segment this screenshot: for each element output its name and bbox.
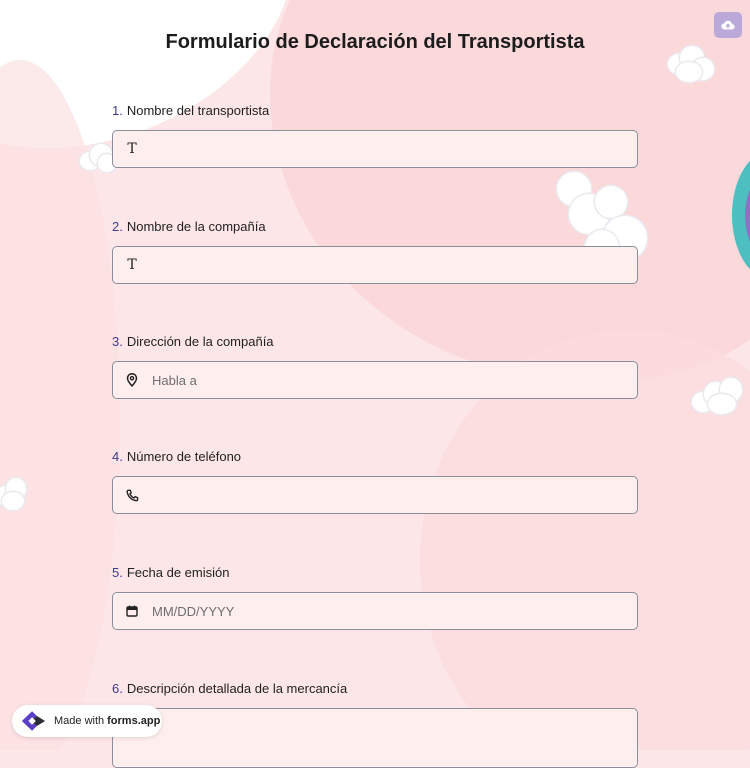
question-label: 5. Fecha de emisión <box>112 564 638 582</box>
question-number: 3. <box>112 334 123 349</box>
text-icon: T <box>127 257 137 273</box>
carrier-name-field[interactable]: T <box>112 130 638 168</box>
question-text: Dirección de la compañía <box>126 334 274 349</box>
question-number: 6. <box>112 681 123 696</box>
phone-number-field[interactable] <box>112 476 638 514</box>
question-label: 2. Nombre de la compañía <box>112 218 638 236</box>
upload-button[interactable] <box>714 12 742 38</box>
question-company-name: 2. Nombre de la compañía T <box>112 218 638 284</box>
question-number: 4. <box>112 449 123 464</box>
phone-icon <box>124 487 140 503</box>
company-address-input[interactable] <box>152 363 637 397</box>
company-name-input[interactable] <box>152 248 637 282</box>
question-text: Nombre de la compañía <box>126 219 266 234</box>
issue-date-field[interactable] <box>112 592 638 630</box>
question-label: 1. Nombre del transportista <box>112 102 638 120</box>
question-text: Descripción detallada de la mercancía <box>126 681 348 696</box>
made-with-text: Made with <box>54 715 105 727</box>
question-label: 4. Número de teléfono <box>112 448 638 466</box>
location-pin-icon <box>124 372 140 388</box>
question-text: Nombre del transportista <box>126 103 270 118</box>
question-goods-description: 6. Descripción detallada de la mercancía <box>112 680 638 768</box>
question-number: 2. <box>112 219 123 234</box>
question-company-address: 3. Dirección de la compañía <box>112 333 638 399</box>
carrier-name-input[interactable] <box>152 132 637 166</box>
question-phone-number: 4. Número de teléfono <box>112 448 638 514</box>
issue-date-input[interactable] <box>152 594 637 628</box>
company-address-field[interactable] <box>112 361 638 399</box>
question-text: Número de teléfono <box>126 449 242 464</box>
question-carrier-name: 1. Nombre del transportista T <box>112 102 638 168</box>
question-issue-date: 5. Fecha de emisión <box>112 564 638 630</box>
declaration-form: Formulario de Declaración del Transporti… <box>0 0 750 768</box>
text-icon: T <box>127 141 137 157</box>
question-number: 5. <box>112 565 123 580</box>
phone-number-input[interactable] <box>152 478 637 512</box>
forms-app-logo-icon <box>20 710 46 732</box>
made-with-badge[interactable]: Made with forms.app <box>12 705 162 737</box>
form-title: Formulario de Declaración del Transporti… <box>165 31 585 53</box>
question-text: Fecha de emisión <box>126 565 230 580</box>
cloud-upload-icon <box>721 20 735 30</box>
question-label: 6. Descripción detallada de la mercancía <box>112 680 638 698</box>
question-label: 3. Dirección de la compañía <box>112 333 638 351</box>
calendar-icon <box>124 603 140 619</box>
brand-name: forms.app <box>107 715 161 727</box>
company-name-field[interactable]: T <box>112 246 638 284</box>
question-number: 1. <box>112 103 123 118</box>
goods-description-field[interactable] <box>112 708 638 768</box>
